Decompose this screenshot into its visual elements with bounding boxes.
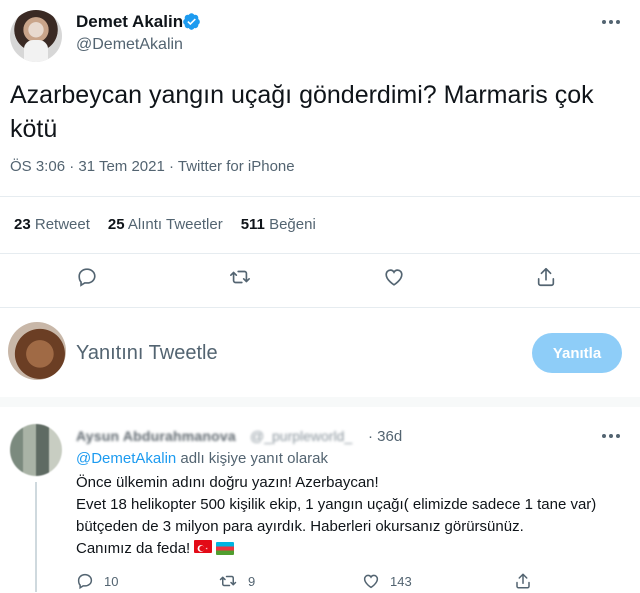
reply-submit-button[interactable]: Yanıtla: [532, 333, 622, 373]
replying-to-context: @DemetAkalin adlı kişiye yanıt olarak: [76, 450, 329, 467]
tweet-meta[interactable]: ÖS 3:06 · 31 Tem 2021 · Twitter for iPho…: [10, 158, 295, 175]
reply-author-handle[interactable]: @_purpleworld_: [250, 428, 352, 444]
reply-icon: [77, 573, 93, 590]
author-display-name[interactable]: Demet Akalin: [76, 12, 183, 32]
retweets-stat[interactable]: 23 Retweet: [14, 216, 90, 233]
retweet-button[interactable]: [225, 262, 255, 292]
reply-count: 10: [104, 573, 119, 589]
retweet-icon: [230, 270, 250, 284]
share-icon: [516, 573, 530, 589]
like-icon: [385, 269, 403, 286]
divider: [0, 307, 640, 308]
reply-line: Canımız da feda!: [76, 538, 626, 560]
divider: [0, 196, 640, 197]
author-avatar[interactable]: [10, 10, 62, 62]
quotes-stat[interactable]: 25 Alıntı Tweetler: [108, 216, 223, 233]
reply-compose-input[interactable]: Yanıtını Tweetle: [76, 342, 218, 365]
tweet-stats: 23 Retweet 25 Alıntı Tweetler 511 Beğeni: [14, 216, 316, 233]
reply-timestamp[interactable]: · 36d: [368, 428, 402, 445]
reply-icon: [78, 268, 96, 287]
divider: [0, 253, 640, 254]
retweet-count: 9: [248, 573, 256, 589]
verified-badge-icon: [183, 13, 200, 30]
reply-reply-button[interactable]: 10: [76, 570, 118, 592]
reply-share-button[interactable]: [514, 570, 532, 592]
reply-line: Önce ülkemin adını doğru yazın! Azerbayc…: [76, 474, 379, 491]
user-avatar[interactable]: [8, 322, 66, 380]
reply-button[interactable]: [72, 262, 102, 292]
reply-tweet[interactable]: Aysun Abdurahmanova @_purpleworld_ · 36d…: [0, 410, 640, 593]
tweet-actions: [0, 262, 640, 296]
reply-like-button[interactable]: 143: [362, 570, 412, 592]
reply-line: Evet 18 helikopter 500 kişilik ekip, 1 y…: [76, 496, 597, 535]
azerbaijan-flag-icon: [216, 542, 235, 555]
likes-stat[interactable]: 511 Beğeni: [241, 216, 316, 233]
tweet-text: Azarbeycan yangın uçağı gönderdimi? Marm…: [10, 81, 594, 143]
more-icon[interactable]: [598, 12, 624, 32]
mention-link[interactable]: @DemetAkalin: [76, 450, 176, 467]
like-icon: [363, 574, 379, 589]
like-count: 143: [390, 573, 412, 589]
like-button[interactable]: [379, 262, 409, 292]
reply-author-name[interactable]: Aysun Abdurahmanova: [76, 428, 236, 444]
share-button[interactable]: [531, 262, 561, 292]
more-icon[interactable]: [598, 426, 624, 446]
retweet-icon: [219, 575, 237, 587]
reply-retweet-button[interactable]: 9: [218, 570, 255, 592]
turkey-flag-icon: [194, 540, 213, 553]
reply-text: Önce ülkemin adını doğru yazın! Azerbayc…: [76, 472, 626, 560]
reply-actions: 10 9 143: [0, 570, 640, 592]
section-divider: [0, 397, 640, 407]
share-icon: [537, 267, 555, 287]
author-handle[interactable]: @DemetAkalin: [76, 36, 183, 54]
reply-author-avatar[interactable]: [10, 424, 62, 476]
